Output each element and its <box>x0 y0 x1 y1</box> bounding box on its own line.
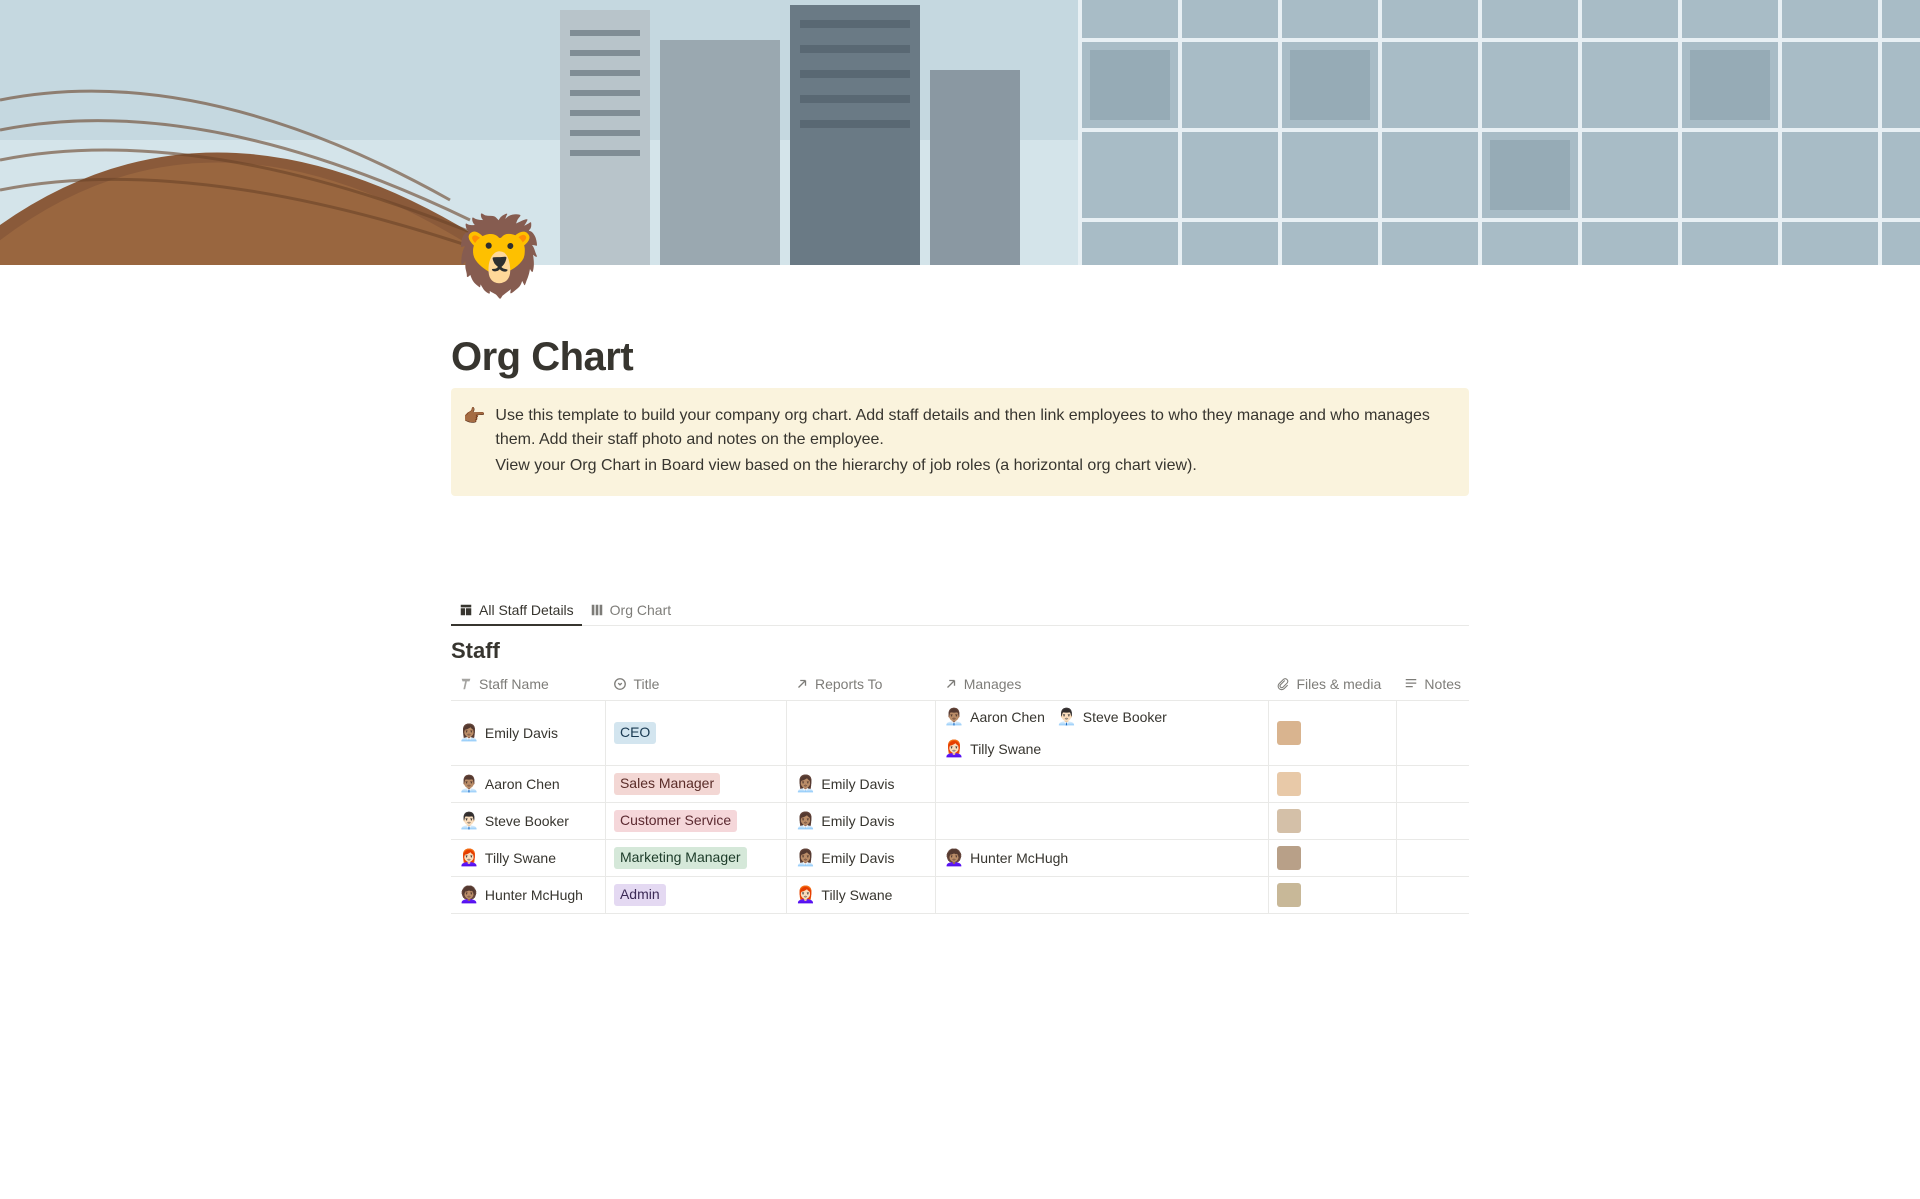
person-name: Emily Davis <box>821 813 894 829</box>
person-emoji-icon: 👩🏻‍🦰 <box>795 885 815 905</box>
tab-label: All Staff Details <box>479 602 574 618</box>
person-name: Emily Davis <box>485 725 558 741</box>
title-tag[interactable]: Sales Manager <box>614 773 720 795</box>
text-icon <box>459 677 473 691</box>
person-name: Aaron Chen <box>970 709 1045 725</box>
callout-text: Use this template to build your company … <box>495 404 1453 480</box>
title-tag[interactable]: Marketing Manager <box>614 847 747 869</box>
reports-to-cell[interactable]: 👩🏽‍💼 Emily Davis <box>795 848 894 868</box>
table-row[interactable]: 👩🏽‍💼 Emily Davis CEO 👨🏽‍💼 Aaron Chen 👨🏻‍💼 Stev… <box>451 701 1469 766</box>
manages-person[interactable]: 👨🏽‍💼 Aaron Chen <box>944 707 1045 727</box>
table-row[interactable]: 👨🏻‍💼 Steve Booker Customer Service 👩🏽‍💼 Emil… <box>451 803 1469 840</box>
cover-image <box>0 0 1920 265</box>
staff-name-cell[interactable]: 👩🏽‍💼 Emily Davis <box>459 723 558 743</box>
staff-table: Staff Name Title Reports To Manages File… <box>451 668 1469 914</box>
column-header-manages[interactable]: Manages <box>936 668 1269 701</box>
relation-icon <box>795 677 809 691</box>
person-emoji-icon: 👩🏽‍💼 <box>795 848 815 868</box>
notes-cell[interactable] <box>1396 766 1469 803</box>
manages-person[interactable]: 👨🏻‍💼 Steve Booker <box>1057 707 1167 727</box>
manages-person[interactable]: 👩🏻‍🦰 Tilly Swane <box>944 739 1041 759</box>
column-header-files[interactable]: Files & media <box>1268 668 1396 701</box>
staff-name-cell[interactable]: 👩🏻‍🦰 Tilly Swane <box>459 848 556 868</box>
column-label: Files & media <box>1296 676 1381 692</box>
paperclip-icon <box>1276 677 1290 691</box>
title-tag[interactable]: Admin <box>614 884 666 906</box>
callout-line-1: Use this template to build your company … <box>495 404 1453 452</box>
board-icon <box>590 603 604 617</box>
column-header-reports-to[interactable]: Reports To <box>787 668 936 701</box>
person-emoji-icon: 👩🏽‍💼 <box>459 723 479 743</box>
callout-block[interactable]: 👉🏾 Use this template to build your compa… <box>451 388 1469 496</box>
person-emoji-icon: 👨🏽‍💼 <box>459 774 479 794</box>
view-tabs: All Staff Details Org Chart <box>451 596 1469 626</box>
staff-photo-thumbnail[interactable] <box>1277 883 1301 907</box>
callout-line-2: View your Org Chart in Board view based … <box>495 454 1453 478</box>
staff-photo-thumbnail[interactable] <box>1277 809 1301 833</box>
reports-to-cell[interactable]: 👩🏻‍🦰 Tilly Swane <box>795 885 892 905</box>
person-name: Steve Booker <box>1083 709 1167 725</box>
reports-to-cell[interactable]: 👩🏽‍💼 Emily Davis <box>795 774 894 794</box>
column-header-title[interactable]: Title <box>605 668 787 701</box>
person-emoji-icon: 👩🏽‍🦱 <box>944 848 964 868</box>
person-emoji-icon: 👩🏻‍🦰 <box>944 739 964 759</box>
person-name: Emily Davis <box>821 776 894 792</box>
person-emoji-icon: 👨🏻‍💼 <box>1057 707 1077 727</box>
column-label: Manages <box>964 676 1022 692</box>
column-label: Reports To <box>815 676 882 692</box>
manages-person[interactable]: 👩🏽‍🦱 Hunter McHugh <box>944 848 1068 868</box>
notes-cell[interactable] <box>1396 840 1469 877</box>
person-emoji-icon: 👨🏽‍💼 <box>944 707 964 727</box>
person-name: Hunter McHugh <box>485 887 583 903</box>
person-emoji-icon: 👩🏽‍💼 <box>795 774 815 794</box>
column-label: Title <box>633 676 659 692</box>
staff-photo-thumbnail[interactable] <box>1277 772 1301 796</box>
tab-org-chart[interactable]: Org Chart <box>582 596 679 625</box>
person-emoji-icon: 👩🏽‍💼 <box>795 811 815 831</box>
person-name: Tilly Swane <box>485 850 556 866</box>
person-name: Tilly Swane <box>821 887 892 903</box>
staff-photo-thumbnail[interactable] <box>1277 721 1301 745</box>
pointing-hand-icon: 👉🏾 <box>463 406 485 480</box>
notes-icon <box>1404 677 1418 691</box>
table-row[interactable]: 👩🏽‍🦱 Hunter McHugh Admin 👩🏻‍🦰 Tilly Swane <box>451 877 1469 914</box>
person-name: Hunter McHugh <box>970 850 1068 866</box>
table-header-row: Staff Name Title Reports To Manages File… <box>451 668 1469 701</box>
person-name: Tilly Swane <box>970 741 1041 757</box>
person-name: Steve Booker <box>485 813 569 829</box>
tab-all-staff-details[interactable]: All Staff Details <box>451 596 582 625</box>
person-name: Emily Davis <box>821 850 894 866</box>
staff-photo-thumbnail[interactable] <box>1277 846 1301 870</box>
database-title[interactable]: Staff <box>451 638 1469 664</box>
title-tag[interactable]: CEO <box>614 722 656 744</box>
staff-name-cell[interactable]: 👩🏽‍🦱 Hunter McHugh <box>459 885 583 905</box>
column-label: Staff Name <box>479 676 549 692</box>
person-emoji-icon: 👩🏻‍🦰 <box>459 848 479 868</box>
column-label: Notes <box>1424 676 1461 692</box>
notes-cell[interactable] <box>1396 701 1469 766</box>
table-row[interactable]: 👨🏽‍💼 Aaron Chen Sales Manager 👩🏽‍💼 Emily Dav… <box>451 766 1469 803</box>
person-name: Aaron Chen <box>485 776 560 792</box>
tab-label: Org Chart <box>610 602 671 618</box>
column-header-notes[interactable]: Notes <box>1396 668 1469 701</box>
table-row[interactable]: 👩🏻‍🦰 Tilly Swane Marketing Manager 👩🏽‍💼 Emil… <box>451 840 1469 877</box>
table-icon <box>459 603 473 617</box>
person-emoji-icon: 👨🏻‍💼 <box>459 811 479 831</box>
staff-name-cell[interactable]: 👨🏻‍💼 Steve Booker <box>459 811 569 831</box>
title-tag[interactable]: Customer Service <box>614 810 737 832</box>
reports-to-cell[interactable]: 👩🏽‍💼 Emily Davis <box>795 811 894 831</box>
column-header-staff-name[interactable]: Staff Name <box>451 668 605 701</box>
page-emoji-icon[interactable]: 🦁 <box>451 217 548 295</box>
notes-cell[interactable] <box>1396 877 1469 914</box>
page-title[interactable]: Org Chart <box>451 265 1469 380</box>
person-emoji-icon: 👩🏽‍🦱 <box>459 885 479 905</box>
staff-name-cell[interactable]: 👨🏽‍💼 Aaron Chen <box>459 774 560 794</box>
select-icon <box>613 677 627 691</box>
notes-cell[interactable] <box>1396 803 1469 840</box>
relation-icon <box>944 677 958 691</box>
